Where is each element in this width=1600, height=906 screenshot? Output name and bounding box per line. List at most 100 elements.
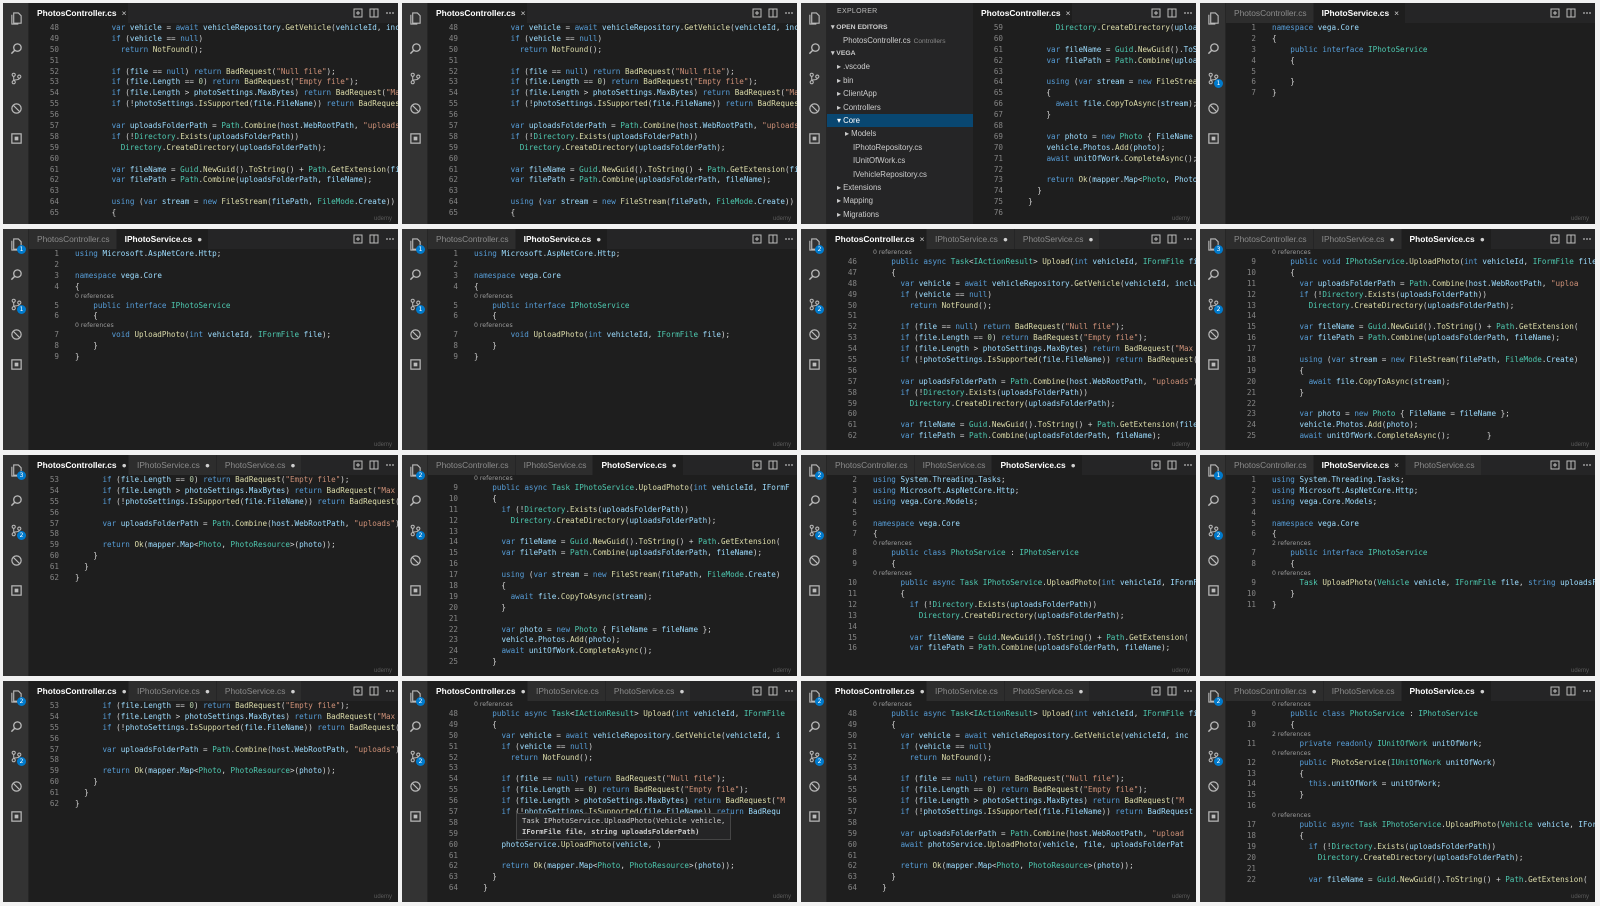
debug-icon[interactable] — [1206, 779, 1220, 793]
code-line[interactable]: 6{ — [1226, 529, 1595, 540]
code-line[interactable]: 57 var uploadsFolderPath = Path.Combine(… — [29, 519, 398, 530]
code-line[interactable]: 55 if (file.Length == 0) return BadReque… — [428, 785, 797, 796]
search-icon[interactable] — [408, 267, 422, 281]
search-icon[interactable] — [9, 719, 23, 733]
split-editor-icon[interactable] — [369, 686, 379, 696]
code-line[interactable]: 55 if (!photoSettings.IsSupported(file.F… — [29, 723, 398, 734]
code-line[interactable]: 53 — [428, 763, 797, 774]
more-actions-icon[interactable] — [784, 234, 794, 244]
code-line[interactable]: 23 var photo = new Photo { FileName = fi… — [1226, 409, 1595, 420]
code-line[interactable]: 54 if (file.Length > photoSettings.MaxBy… — [29, 88, 398, 99]
code-line[interactable]: 61 } — [29, 788, 398, 799]
debug-icon[interactable] — [408, 553, 422, 567]
code-line[interactable]: 58 if (!Directory.Exists(uploadsFolderPa… — [428, 132, 797, 143]
source-control-icon[interactable]: 2 — [408, 523, 425, 540]
close-icon[interactable]: × — [122, 8, 127, 18]
open-changes-icon[interactable] — [1151, 686, 1161, 696]
code-line[interactable]: 60 } — [29, 777, 398, 788]
code-editor[interactable]: 0 references 46 public async Task<IAction… — [827, 249, 1196, 450]
project-header[interactable]: ▾ VEGA — [827, 47, 973, 60]
extensions-icon[interactable] — [807, 583, 821, 597]
code-line[interactable]: 13 Directory.CreateDirectory(uploadsFold… — [1226, 301, 1595, 312]
open-editors-header[interactable]: ▾ OPEN EDITORS — [827, 21, 973, 34]
code-line[interactable]: 59 return Ok(mapper.Map<Photo, PhotoReso… — [29, 540, 398, 551]
code-line[interactable]: 3 namespace vega.Core — [29, 271, 398, 282]
code-line[interactable]: 14 var fileName = Guid.NewGuid().ToStrin… — [428, 537, 797, 548]
code-line[interactable]: 21 } — [1226, 388, 1595, 399]
code-line[interactable]: 55 if (!photoSettings.IsSupported(file.F… — [29, 497, 398, 508]
code-line[interactable]: 5 public interface IPhotoService — [29, 301, 398, 312]
split-editor-icon[interactable] — [1167, 234, 1177, 244]
code-editor[interactable]: 0 references 48 public async Task<IAction… — [827, 701, 1196, 902]
code-line[interactable]: 8 } — [29, 341, 398, 352]
code-line[interactable]: 14 this.unitOfWork = unitOfWork; — [1226, 779, 1595, 790]
close-icon[interactable]: × — [521, 8, 526, 18]
code-line[interactable]: 2{ — [1226, 34, 1595, 45]
code-line[interactable]: 75 } — [973, 197, 1196, 208]
files-icon[interactable] — [408, 11, 422, 25]
code-line[interactable]: 62} — [29, 799, 398, 810]
code-line[interactable]: 52 if (file == null) return BadRequest("… — [29, 67, 398, 78]
code-line[interactable]: 55 if (!photoSettings.IsSupported(file.F… — [827, 355, 1196, 366]
code-line[interactable]: 60 — [29, 154, 398, 165]
more-actions-icon[interactable] — [1582, 234, 1592, 244]
code-line[interactable]: 9 public void IPhotoService.UploadPhoto(… — [1226, 257, 1595, 268]
debug-icon[interactable] — [408, 779, 422, 793]
code-line[interactable]: 10 { — [1226, 268, 1595, 279]
code-line[interactable]: 1 using System.Threading.Tasks; — [1226, 475, 1595, 486]
code-line[interactable]: 5 public interface IPhotoService — [428, 301, 797, 312]
code-line[interactable]: 49 { — [827, 720, 1196, 731]
extensions-icon[interactable] — [807, 809, 821, 823]
code-line[interactable]: 62 var filePath = Path.Combine(uploadsFo… — [827, 431, 1196, 442]
debug-icon[interactable] — [807, 101, 821, 115]
code-line[interactable]: 20 } — [428, 603, 797, 614]
code-line[interactable]: 17 public async Task IPhotoService.Uploa… — [1226, 820, 1595, 831]
code-line[interactable]: 13 Directory.CreateDirectory(uploadsFold… — [827, 611, 1196, 622]
code-line[interactable]: 61 var fileName = Guid.NewGuid().ToStrin… — [29, 165, 398, 176]
code-line[interactable]: 55 if (!photoSettings.IsSupported(file.F… — [29, 99, 398, 110]
tab-photoservice[interactable]: PhotoService.cs ● — [216, 681, 303, 701]
code-line[interactable]: 1 namespace vega.Core — [1226, 23, 1595, 34]
open-changes-icon[interactable] — [1151, 460, 1161, 470]
code-line[interactable]: 53 if (file.Length == 0) return BadReque… — [827, 333, 1196, 344]
search-icon[interactable] — [9, 41, 23, 55]
tab-photoservice[interactable]: PhotoService.cs — [1406, 455, 1482, 475]
code-line[interactable]: 9} — [29, 352, 398, 363]
extensions-icon[interactable] — [1206, 809, 1220, 823]
code-line[interactable]: 14 — [1226, 311, 1595, 322]
more-actions-icon[interactable] — [1183, 686, 1193, 696]
source-control-icon[interactable]: 2 — [1206, 749, 1223, 766]
search-icon[interactable] — [1206, 719, 1220, 733]
code-line[interactable]: 50 return NotFound(); — [827, 301, 1196, 312]
code-line[interactable]: 51 — [827, 311, 1196, 322]
code-line[interactable]: 6 } — [1226, 77, 1595, 88]
code-line[interactable]: 15 } — [1226, 790, 1595, 801]
code-line[interactable]: 21 — [1226, 864, 1595, 875]
code-line[interactable]: 12 if (!Directory.Exists(uploadsFolderPa… — [1226, 290, 1595, 301]
tab-iphotoservice[interactable]: IPhotoService.cs — [515, 455, 594, 475]
code-line[interactable]: 58 if (!Directory.Exists(uploadsFolderPa… — [827, 388, 1196, 399]
files-icon[interactable] — [9, 11, 23, 25]
debug-icon[interactable] — [9, 327, 23, 341]
code-line[interactable]: 11 { — [827, 589, 1196, 600]
code-line[interactable]: 59 Directory.CreateDirectory(uploadsFo — [973, 23, 1196, 34]
unsaved-dot-icon[interactable]: ● — [679, 686, 684, 696]
code-editor[interactable]: 2 using System.Threading.Tasks; 3 using Mic… — [827, 475, 1196, 676]
tab-photoscontroller[interactable]: PhotosController.cs — [1226, 3, 1314, 23]
search-icon[interactable] — [1206, 267, 1220, 281]
unsaved-dot-icon[interactable]: ● — [290, 686, 295, 696]
code-line[interactable]: 16 — [1226, 801, 1595, 812]
explorer-item[interactable]: ▸ bin — [827, 74, 973, 87]
code-line[interactable]: 61 — [428, 851, 797, 862]
tab-iphotoservice[interactable]: IPhotoService.cs ● — [515, 229, 609, 249]
code-line[interactable]: 56 if (file.Length > photoSettings.MaxBy… — [428, 796, 797, 807]
code-line[interactable]: 9} — [428, 352, 797, 363]
unsaved-dot-icon[interactable]: ● — [672, 460, 677, 470]
split-editor-icon[interactable] — [369, 8, 379, 18]
code-line[interactable]: 12 if (!Directory.Exists(uploadsFolderPa… — [827, 600, 1196, 611]
explorer-item[interactable]: ▾ Core — [827, 113, 973, 128]
source-control-icon[interactable]: 2 — [408, 749, 425, 766]
code-line[interactable]: 60 await photoService.UploadPhoto(vehicl… — [827, 840, 1196, 851]
search-icon[interactable] — [408, 719, 422, 733]
split-editor-icon[interactable] — [1566, 8, 1576, 18]
